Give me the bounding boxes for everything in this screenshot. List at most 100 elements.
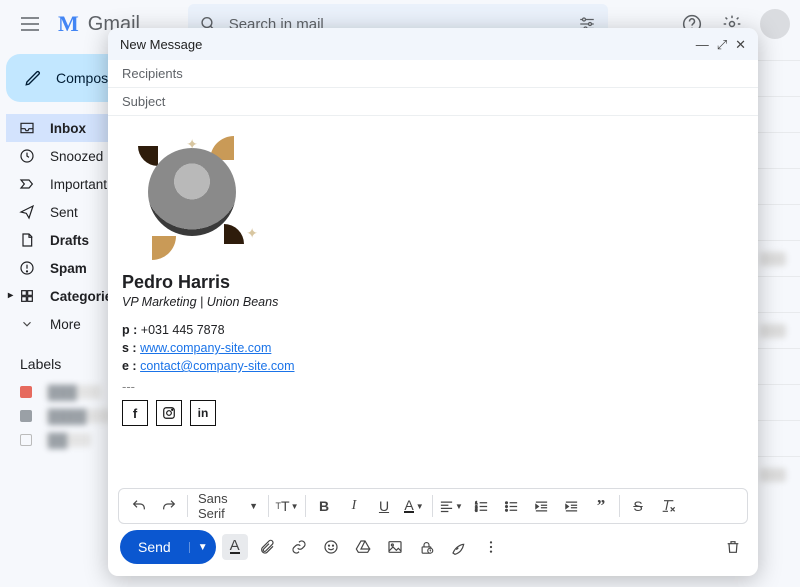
align-icon [439,499,454,514]
discard-button[interactable] [720,534,746,560]
send-more-button[interactable]: ▼ [189,542,216,553]
compose-action-bar: Send ▼ A [108,524,758,576]
categories-icon [19,288,35,304]
indent-more-button[interactable] [557,492,585,520]
signature-phone: p : +031 445 7878 [122,323,744,337]
sidebar-item-label: Sent [50,205,78,220]
font-select[interactable]: Sans Serif ▼ [192,492,264,520]
underline-icon: U [379,498,389,514]
drive-icon [355,539,371,555]
instagram-link[interactable] [156,400,182,426]
pen-icon [451,539,467,555]
undo-icon [131,498,147,514]
instagram-icon [162,406,176,420]
compose-dialog: New Message — ⤢ ✕ Recipients Subject ✦ ✦… [108,28,758,576]
redo-icon [161,498,177,514]
more-button[interactable] [478,534,504,560]
formatting-toggle-button[interactable]: A [222,534,248,560]
image-icon [387,539,403,555]
linkedin-icon: in [198,406,209,420]
linkedin-link[interactable]: in [190,400,216,426]
send-icon [19,204,35,220]
signature-separator: --- [122,379,744,394]
attach-button[interactable] [254,534,280,560]
sidebar-item-label: Inbox [50,121,86,136]
dialog-title: New Message [120,37,202,52]
recipients-field[interactable]: Recipients [108,60,758,88]
sidebar-item-label: Important [50,177,107,192]
indent-less-button[interactable] [527,492,555,520]
underline-button[interactable]: U [370,492,398,520]
bulleted-list-icon [504,499,519,514]
more-vert-icon [483,539,499,555]
signature-title: VP Marketing | Union Beans [122,295,744,309]
signature-email-link[interactable]: contact@company-site.com [140,359,294,373]
gmail-logo-m: M [58,11,78,37]
menu-button[interactable] [10,4,50,44]
clear-formatting-button[interactable] [654,492,682,520]
strikethrough-button[interactable]: S [624,492,652,520]
bold-icon: B [319,498,329,514]
font-size-button[interactable]: TT▼ [273,492,301,520]
label-name-blurred: ███ [46,385,101,399]
text-color-icon: A [404,499,413,513]
hamburger-icon [21,17,39,31]
text-color-button[interactable]: A▼ [400,492,428,520]
italic-button[interactable]: I [340,492,368,520]
bold-button[interactable]: B [310,492,338,520]
indent-more-icon [564,499,579,514]
facebook-link[interactable]: f [122,400,148,426]
clear-format-icon [660,498,676,514]
signature-email: e : contact@company-site.com [122,359,744,373]
quote-button[interactable]: ” [587,492,615,520]
signature-button[interactable] [446,534,472,560]
italic-icon: I [352,498,357,514]
sidebar-item-label: Spam [50,261,87,276]
minimize-button[interactable]: — [696,38,709,51]
account-avatar[interactable] [760,9,790,39]
drive-button[interactable] [350,534,376,560]
quote-icon: ” [597,496,606,516]
inbox-icon [19,120,35,136]
indent-less-icon [534,499,549,514]
text-format-icon: A [230,540,240,554]
subject-field[interactable]: Subject [108,88,758,116]
signature-site: s : www.company-site.com [122,341,744,355]
image-button[interactable] [382,534,408,560]
align-button[interactable]: ▼ [437,492,465,520]
strikethrough-icon: S [633,498,642,514]
sparkle-icon: ✦ [246,225,258,242]
confidential-button[interactable] [414,534,440,560]
redo-button[interactable] [155,492,183,520]
draft-icon [19,232,35,248]
paperclip-icon [259,539,275,555]
signature-social: f in [122,400,744,426]
emoji-icon [323,539,339,555]
label-name-blurred: ██ [46,433,91,447]
sparkle-icon: ✦ [186,136,198,153]
undo-button[interactable] [125,492,153,520]
signature-name: Pedro Harris [122,272,744,293]
message-body[interactable]: ✦ ✦ Pedro Harris VP Marketing | Union Be… [108,116,758,488]
spam-icon [19,260,35,276]
bulleted-list-button[interactable] [497,492,525,520]
sidebar-item-label: Drafts [50,233,89,248]
close-button[interactable]: ✕ [735,38,746,51]
send-button[interactable]: Send ▼ [120,530,216,564]
trash-icon [725,539,741,555]
signature-site-link[interactable]: www.company-site.com [140,341,271,355]
dialog-header: New Message — ⤢ ✕ [108,28,758,60]
formatting-toolbar: Sans Serif ▼ TT▼ B I U A▼ ▼ 123 ” S [118,488,748,524]
pencil-icon [24,69,42,87]
clock-icon [19,148,35,164]
signature-photo: ✦ ✦ [122,126,262,266]
signature-portrait [148,148,236,236]
link-button[interactable] [286,534,312,560]
send-label: Send [120,539,189,555]
emoji-button[interactable] [318,534,344,560]
expand-button[interactable]: ⤢ [717,38,727,51]
numbered-list-button[interactable]: 123 [467,492,495,520]
lock-icon [419,540,434,555]
link-icon [291,539,307,555]
numbered-list-icon: 123 [474,499,489,514]
